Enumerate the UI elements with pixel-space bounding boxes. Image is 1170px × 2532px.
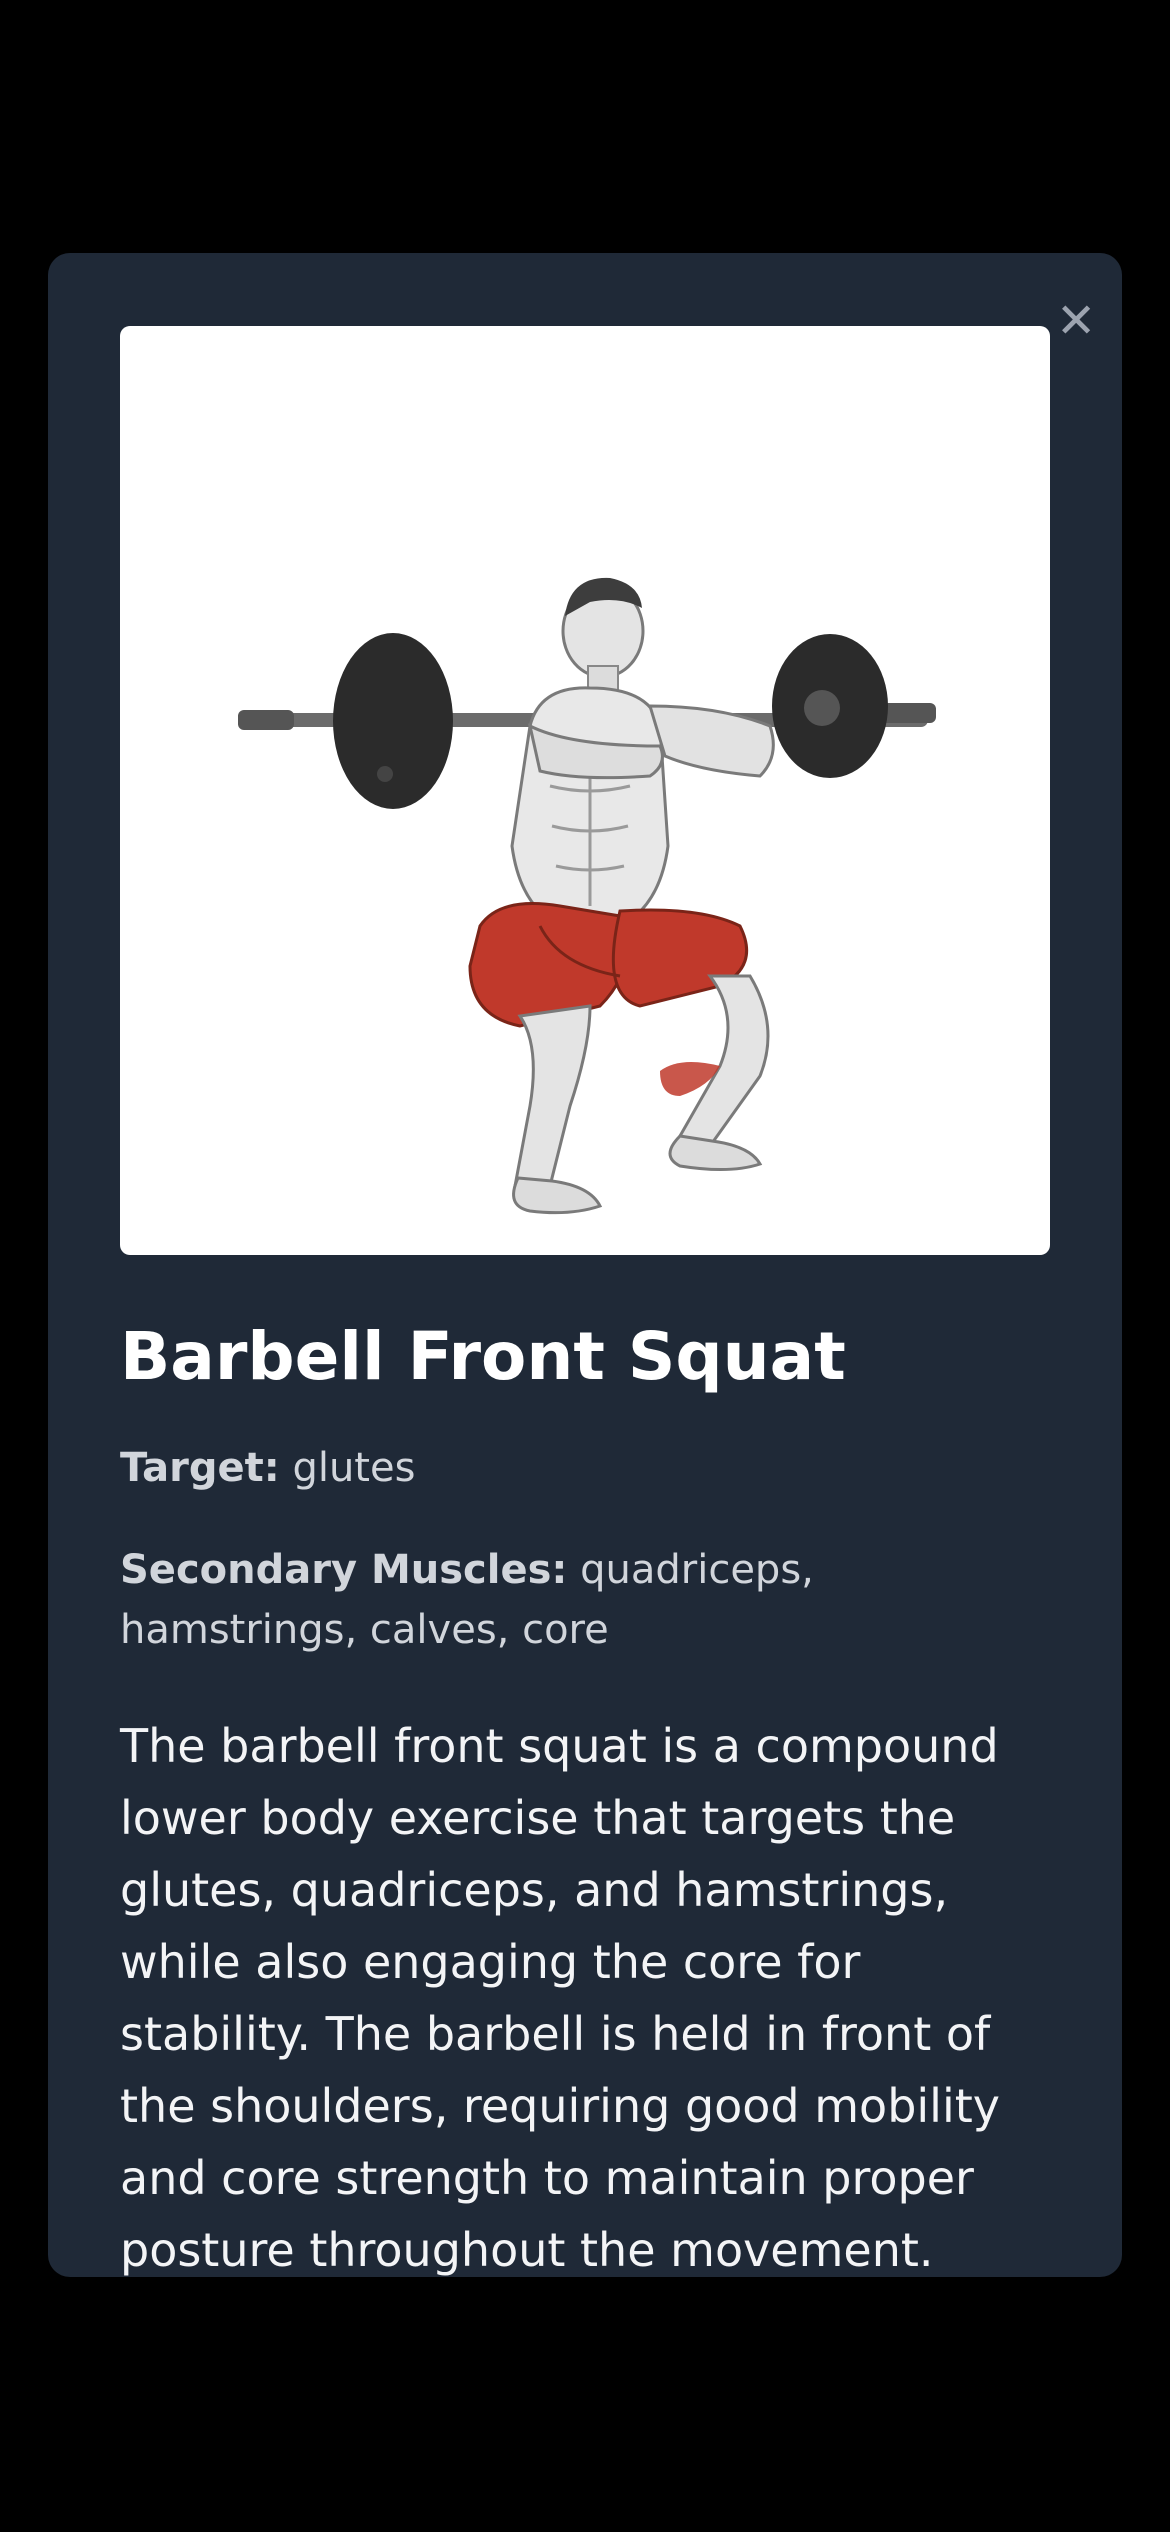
figure-foot-left [512,1176,603,1215]
barbell-plate-left [333,633,453,809]
exercise-detail-modal: ✕ Barbell Front Squat Target: glutes Sec… [48,253,1122,2277]
figure-lower-leg-right [677,974,770,1148]
figure-lower-leg-left [513,1004,592,1188]
exercise-image [120,326,1050,1255]
exercise-description: The barbell front squat is a compound lo… [120,1719,1000,2277]
target-row: Target: glutes [120,1438,1050,1498]
muscle-glutes [468,902,629,1028]
exercise-title: Barbell Front Squat [120,1318,846,1395]
figure-foot-right [668,1134,763,1172]
target-value: glutes [292,1445,416,1492]
modal-content: Barbell Front Squat Target: glutes Secon… [120,326,1050,2277]
secondary-muscles-row: Secondary Muscles: quadriceps, hamstring… [120,1540,1050,1660]
target-label: Target: [120,1445,280,1492]
barbell-front-squat-illustration [238,577,936,1215]
close-icon[interactable]: ✕ [1056,297,1096,345]
secondary-muscles-label: Secondary Muscles: [120,1547,568,1594]
